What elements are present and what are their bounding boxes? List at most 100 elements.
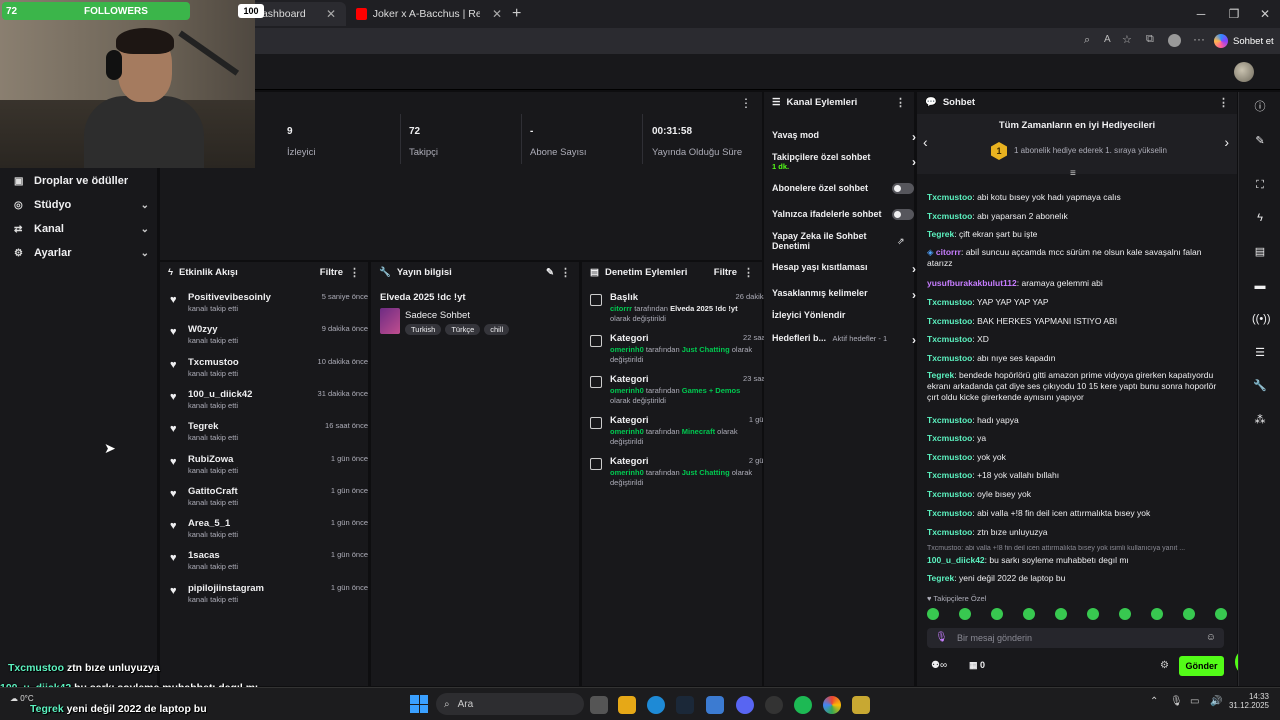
chat-username[interactable]: Txcmustoo bbox=[927, 508, 972, 518]
maximize-button[interactable]: ❐ bbox=[1217, 4, 1251, 24]
chat-username[interactable]: Txcmustoo bbox=[927, 489, 972, 499]
chat-username[interactable]: Txcmustoo bbox=[927, 334, 972, 344]
points-display[interactable]: ▦ 0 bbox=[969, 660, 985, 671]
weather-widget[interactable]: ☁ 0°C bbox=[10, 694, 34, 703]
moderation-user[interactable]: omerinh0 bbox=[610, 345, 644, 354]
emoji-icon[interactable]: ☺ bbox=[1206, 632, 1216, 643]
discord-icon[interactable] bbox=[736, 696, 754, 714]
chat-username[interactable]: Txcmustoo bbox=[927, 297, 972, 307]
chat-bubble-icon[interactable]: ▬ bbox=[1252, 278, 1268, 294]
emote-icon[interactable] bbox=[1215, 608, 1227, 620]
emote-icon[interactable] bbox=[927, 608, 939, 620]
browser-tab-youtube[interactable]: Joker x A-Bacchus | Red Bull 64 Ba ✕ bbox=[348, 2, 512, 26]
chat-username[interactable]: Txcmustoo bbox=[927, 353, 972, 363]
sidebar-item-drops[interactable]: ▣ Droplar ve ödüller bbox=[14, 170, 149, 192]
share-icon[interactable]: ⁂ bbox=[1252, 412, 1268, 428]
file-explorer-icon[interactable] bbox=[618, 696, 636, 714]
pencil-icon[interactable]: ✎ bbox=[1252, 133, 1268, 149]
chat-username[interactable]: citorrr bbox=[936, 247, 961, 257]
chat-username[interactable]: 100_u_diick42 bbox=[927, 555, 985, 565]
profile-avatar[interactable] bbox=[1168, 34, 1181, 47]
more-options-icon[interactable]: ⋮ bbox=[743, 266, 754, 279]
obs-icon[interactable] bbox=[765, 696, 783, 714]
chat-settings-icon[interactable]: ⚙ bbox=[1160, 660, 1169, 671]
tag-chip[interactable]: Turkish bbox=[405, 324, 442, 335]
minimize-button[interactable]: ─ bbox=[1184, 4, 1218, 24]
redirect-viewers-row[interactable]: İzleyici Yönlendir bbox=[772, 310, 914, 320]
moderation-user[interactable]: citorrr bbox=[610, 304, 632, 313]
app-icon[interactable] bbox=[706, 696, 724, 714]
copilot-button[interactable]: Sohbet et bbox=[1214, 32, 1274, 50]
sidebar-item-studio[interactable]: ◎ Stüdyo ⌄ bbox=[14, 194, 149, 216]
search-icon[interactable]: ⌕ bbox=[1084, 34, 1090, 47]
banned-words-row[interactable]: Yasaklanmış kelimeler › bbox=[772, 288, 916, 302]
followers-only-row[interactable]: Takipçilere özel sohbet 1 dk. › bbox=[772, 152, 916, 171]
broadcast-icon[interactable]: ((•)) bbox=[1252, 311, 1271, 327]
close-tab-icon[interactable]: ✕ bbox=[326, 7, 336, 21]
chat-username[interactable]: Txcmustoo bbox=[927, 433, 972, 443]
info-icon[interactable]: ⓘ bbox=[1252, 99, 1268, 115]
activity-username[interactable]: Tegrek bbox=[188, 421, 218, 432]
age-restriction-row[interactable]: Hesap yaşı kısıtlaması › bbox=[772, 262, 916, 276]
users-icon[interactable]: ⚉∞ bbox=[931, 660, 947, 671]
sidebar-item-settings[interactable]: ⚙ Ayarlar ⌄ bbox=[14, 242, 149, 264]
extensions-icon[interactable]: ⧉ bbox=[1146, 33, 1154, 46]
emote-icon[interactable] bbox=[959, 608, 971, 620]
wrench-icon[interactable]: 🔧 bbox=[1252, 378, 1268, 394]
more-options-icon[interactable]: ⋮ bbox=[349, 266, 360, 279]
chat-username[interactable]: Txcmustoo bbox=[927, 470, 972, 480]
sidebar-item-channel[interactable]: ⇄ Kanal ⌄ bbox=[14, 218, 149, 240]
activity-username[interactable]: 100_u_diick42 bbox=[188, 389, 252, 400]
activity-username[interactable]: W0zyy bbox=[188, 324, 218, 335]
chrome-icon[interactable] bbox=[823, 696, 841, 714]
activity-username[interactable]: Txcmustoo bbox=[188, 357, 239, 368]
send-button[interactable]: Gönder bbox=[1179, 656, 1224, 676]
steam-icon[interactable] bbox=[676, 696, 694, 714]
moderation-user[interactable]: omerinh0 bbox=[610, 386, 644, 395]
goals-row[interactable]: Hedefleri b... Aktif hedefler - 1 › bbox=[772, 333, 916, 347]
chat-username[interactable]: Txcmustoo bbox=[927, 192, 972, 202]
filter-button[interactable]: Filtre bbox=[714, 267, 737, 278]
chat-username[interactable]: Tegrek bbox=[927, 370, 954, 380]
layout-icon[interactable]: ☰ bbox=[1252, 345, 1268, 361]
moderation-user[interactable]: omerinh0 bbox=[610, 468, 644, 477]
emote-only-toggle[interactable] bbox=[892, 209, 914, 220]
activity-username[interactable]: Area_5_1 bbox=[188, 518, 230, 529]
emote-icon[interactable] bbox=[1151, 608, 1163, 620]
task-view-icon[interactable] bbox=[590, 696, 608, 714]
chat-username[interactable]: Txcmustoo bbox=[927, 211, 972, 221]
spotify-icon[interactable] bbox=[794, 696, 812, 714]
favorite-star-icon[interactable]: ☆ bbox=[1122, 33, 1132, 46]
taskbar-search[interactable]: ⌕ Ara bbox=[436, 693, 584, 715]
ai-moderation-row[interactable]: Yapay Zeka ile Sohbet Denetimi bbox=[772, 231, 892, 251]
chat-username[interactable]: Tegrek bbox=[927, 573, 954, 583]
app-icon[interactable] bbox=[852, 696, 870, 714]
chevron-up-icon[interactable]: ⌃ bbox=[1150, 696, 1158, 707]
external-link-icon[interactable]: ⇗ bbox=[897, 236, 905, 247]
new-tab-button[interactable]: + bbox=[512, 5, 521, 23]
chat-username[interactable]: Txcmustoo bbox=[927, 527, 972, 537]
chat-input[interactable]: 🎙 Bir mesaj gönderin ☺ bbox=[927, 628, 1224, 648]
chat-username[interactable]: Txcmustoo bbox=[927, 415, 972, 425]
chevron-right-icon[interactable]: › bbox=[1224, 134, 1229, 150]
pinned-icon[interactable]: ≡ bbox=[1070, 168, 1076, 179]
fullscreen-icon[interactable]: ⛶ bbox=[1252, 177, 1268, 193]
emote-icon[interactable] bbox=[1055, 608, 1067, 620]
subs-only-toggle[interactable] bbox=[892, 183, 914, 194]
chat-username[interactable]: yusufburakakbulut112 bbox=[927, 278, 1017, 288]
volume-icon[interactable]: 🔊 bbox=[1210, 696, 1222, 707]
read-aloud-icon[interactable]: A bbox=[1104, 34, 1111, 45]
network-icon[interactable]: ▭ bbox=[1190, 696, 1199, 707]
start-button[interactable] bbox=[410, 695, 428, 713]
chat-username[interactable]: Txcmustoo bbox=[927, 452, 972, 462]
more-options-icon[interactable]: ⋮ bbox=[1218, 96, 1229, 109]
bolt-icon[interactable]: ϟ bbox=[1252, 210, 1268, 226]
more-options-icon[interactable]: ⋮ bbox=[560, 266, 571, 279]
activity-username[interactable]: GatitoCraft bbox=[188, 486, 238, 497]
more-options-icon[interactable]: ⋮ bbox=[895, 96, 906, 109]
close-window-button[interactable]: ✕ bbox=[1248, 4, 1280, 24]
activity-username[interactable]: pipilojiinstagram bbox=[188, 583, 264, 594]
moderation-user[interactable]: omerinh0 bbox=[610, 427, 644, 436]
activity-username[interactable]: 1sacas bbox=[188, 550, 220, 561]
emote-icon[interactable] bbox=[1183, 608, 1195, 620]
